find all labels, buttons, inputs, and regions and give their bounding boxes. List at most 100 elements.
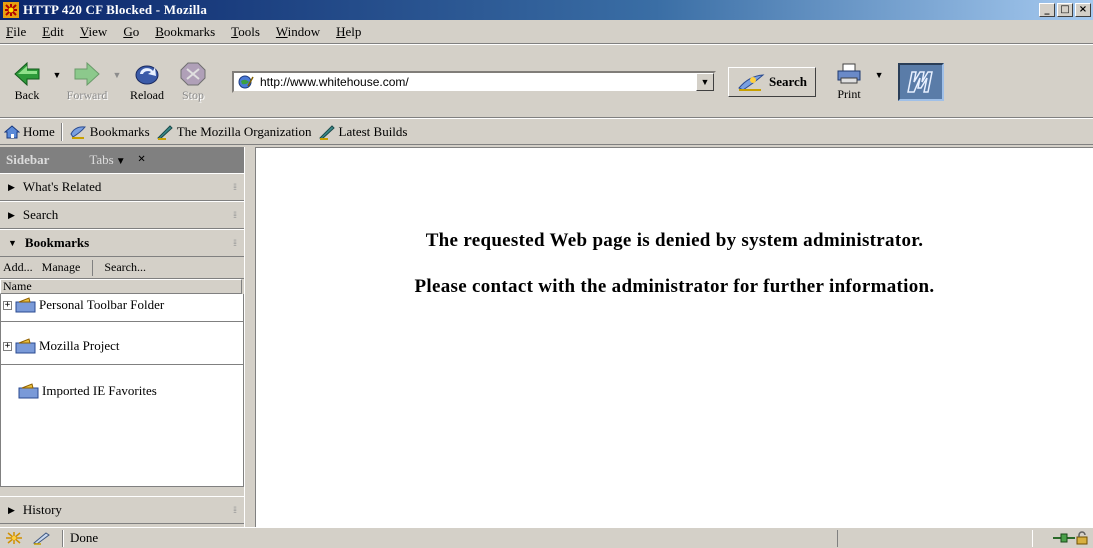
sidebar-tabs-label: Tabs bbox=[89, 152, 114, 167]
print-button[interactable]: Print bbox=[826, 62, 872, 102]
search-bookmarks-button[interactable]: Search... bbox=[101, 260, 152, 275]
search-icon bbox=[738, 73, 765, 91]
search-button-label: Search bbox=[769, 73, 808, 89]
forward-arrow-icon bbox=[74, 61, 100, 86]
composer-icon-wrapper[interactable] bbox=[28, 531, 56, 545]
tree-item-label: Mozilla Project bbox=[39, 338, 120, 353]
denied-message: The requested Web page is denied by syst… bbox=[425, 230, 924, 251]
panel-history[interactable]: ▶ History ⁞⁞ bbox=[0, 496, 244, 524]
url-dropdown-button[interactable]: ▼ bbox=[696, 72, 714, 91]
tools-separator bbox=[92, 259, 94, 276]
manage-bookmarks-button[interactable]: Manage bbox=[39, 260, 87, 275]
panel-whats-related[interactable]: ▶ What's Related ⁞⁞ bbox=[0, 173, 244, 201]
menu-bar: File Edit View Go Bookmarks Tools Window… bbox=[0, 20, 1093, 44]
grip-icon: ⁞⁞ bbox=[232, 182, 237, 192]
tree-item-mozilla-project[interactable]: + Mozilla Project bbox=[3, 338, 120, 354]
status-text: Done bbox=[70, 530, 99, 545]
history-panel-wrapper: ▶ History ⁞⁞ bbox=[0, 496, 244, 524]
add-bookmark-button[interactable]: Add... bbox=[0, 260, 39, 275]
close-window-button[interactable]: × bbox=[1075, 3, 1091, 17]
home-label: Home bbox=[23, 123, 55, 139]
folder-icon bbox=[15, 338, 36, 354]
sidebar-splitter[interactable] bbox=[244, 147, 256, 527]
menu-tools[interactable]: Tools bbox=[231, 24, 260, 40]
tree-item-personal-toolbar-folder[interactable]: + Personal Toolbar Folder bbox=[3, 297, 164, 313]
menu-window[interactable]: Window bbox=[276, 24, 320, 40]
reload-button[interactable]: Reload bbox=[124, 61, 170, 103]
menu-edit[interactable]: Edit bbox=[42, 24, 64, 40]
grip-icon: ⁞⁞ bbox=[232, 238, 237, 248]
composer-pen-icon bbox=[32, 532, 50, 545]
grip-icon: ⁞⁞ bbox=[232, 505, 237, 515]
toolbar-separator bbox=[60, 122, 63, 141]
menu-go[interactable]: Go bbox=[123, 24, 139, 40]
reload-label: Reload bbox=[130, 87, 164, 102]
menu-file[interactable]: File bbox=[6, 24, 26, 40]
url-bar[interactable]: http://www.whitehouse.com/ ▼ bbox=[232, 70, 716, 93]
expand-icon[interactable]: + bbox=[3, 300, 12, 310]
print-dropdown-arrow[interactable]: ▼ bbox=[872, 70, 886, 80]
sidebar: Sidebar Tabs ▼ × ▶ What's Related ⁞⁞ ▶ Se… bbox=[0, 147, 244, 527]
online-status[interactable] bbox=[1033, 531, 1093, 545]
tree-item-imported-ie-favorites[interactable]: Imported IE Favorites bbox=[3, 383, 157, 399]
title-bar: HTTP 420 CF Blocked - Mozilla _ □ × bbox=[0, 0, 1093, 20]
grip-icon: ⁞⁞ bbox=[232, 210, 237, 220]
lock-icon bbox=[1076, 531, 1088, 545]
panel-history-label: History bbox=[22, 502, 62, 517]
expand-icon[interactable]: + bbox=[3, 341, 12, 351]
status-progress-panel bbox=[837, 529, 1033, 547]
page-proxy-icon bbox=[238, 75, 254, 88]
mozilla-m-logo-icon bbox=[907, 70, 933, 93]
security-icon-wrapper[interactable] bbox=[0, 531, 28, 545]
tree-item-label: Imported IE Favorites bbox=[42, 383, 157, 398]
window-title: HTTP 420 CF Blocked - Mozilla bbox=[23, 2, 208, 17]
sidebar-title: Sidebar bbox=[6, 152, 50, 167]
panel-search[interactable]: ▶ Search ⁞⁞ bbox=[0, 201, 244, 229]
search-button[interactable]: Search bbox=[728, 66, 817, 97]
mozilla-organization-link[interactable]: The Mozilla Organization bbox=[156, 124, 312, 140]
bookmarks-label: Bookmarks bbox=[89, 123, 150, 139]
contact-message: Please contact with the administrator fo… bbox=[414, 276, 935, 297]
sidebar-close-button[interactable]: × bbox=[138, 152, 146, 168]
mozilla-throbber[interactable] bbox=[898, 62, 945, 101]
chevron-down-icon: ▼ bbox=[115, 156, 126, 167]
back-button[interactable]: Back bbox=[4, 61, 50, 103]
latest-builds-label: Latest Builds bbox=[338, 123, 408, 139]
status-bar: Done bbox=[0, 527, 1093, 548]
home-icon bbox=[4, 124, 20, 138]
folder-icon bbox=[15, 297, 36, 313]
chevron-right-icon: ▶ bbox=[8, 209, 15, 220]
tree-item-label: Personal Toolbar Folder bbox=[39, 297, 165, 312]
home-button[interactable]: Home bbox=[4, 124, 55, 140]
panel-bookmarks[interactable]: ▼ Bookmarks ⁞⁞ bbox=[0, 229, 244, 257]
bookmarks-menu-button[interactable]: Bookmarks bbox=[69, 124, 150, 140]
bookmark-tools: Add... Manage Search... bbox=[0, 257, 244, 279]
status-separator bbox=[62, 529, 64, 547]
print-label: Print bbox=[837, 86, 861, 101]
menu-view[interactable]: View bbox=[80, 24, 107, 40]
chevron-right-icon: ▶ bbox=[8, 181, 15, 192]
forward-label: Forward bbox=[66, 87, 108, 102]
stop-icon bbox=[180, 62, 206, 85]
name-column-header[interactable]: Name bbox=[0, 279, 242, 294]
online-connection-icon bbox=[1053, 533, 1075, 543]
stop-button[interactable]: Stop bbox=[170, 61, 216, 103]
window-controls: _ □ × bbox=[1037, 3, 1091, 17]
navigation-toolbar: Back ▼ Forward ▼ Reload Stop http://www.… bbox=[0, 46, 1093, 118]
menu-help[interactable]: Help bbox=[336, 24, 361, 40]
back-dropdown-arrow[interactable]: ▼ bbox=[50, 70, 64, 80]
back-label: Back bbox=[14, 87, 40, 102]
maximize-button[interactable]: □ bbox=[1057, 3, 1073, 17]
forward-button[interactable]: Forward bbox=[64, 61, 110, 103]
personal-toolbar: Home Bookmarks The Mozilla Organization … bbox=[0, 119, 1093, 145]
back-arrow-icon bbox=[14, 61, 40, 86]
minimize-button[interactable]: _ bbox=[1039, 3, 1055, 17]
url-text[interactable]: http://www.whitehouse.com/ bbox=[260, 75, 696, 89]
forward-dropdown-arrow[interactable]: ▼ bbox=[110, 70, 124, 80]
sidebar-tabs-menu[interactable]: Tabs ▼ bbox=[89, 152, 125, 168]
menu-bookmarks[interactable]: Bookmarks bbox=[155, 24, 215, 40]
bookmarks-tree: + Personal Toolbar Folder + Mozilla Proj… bbox=[0, 294, 244, 487]
printer-icon bbox=[837, 63, 861, 83]
panel-bookmarks-label: Bookmarks bbox=[24, 235, 90, 250]
latest-builds-link[interactable]: Latest Builds bbox=[318, 123, 408, 140]
